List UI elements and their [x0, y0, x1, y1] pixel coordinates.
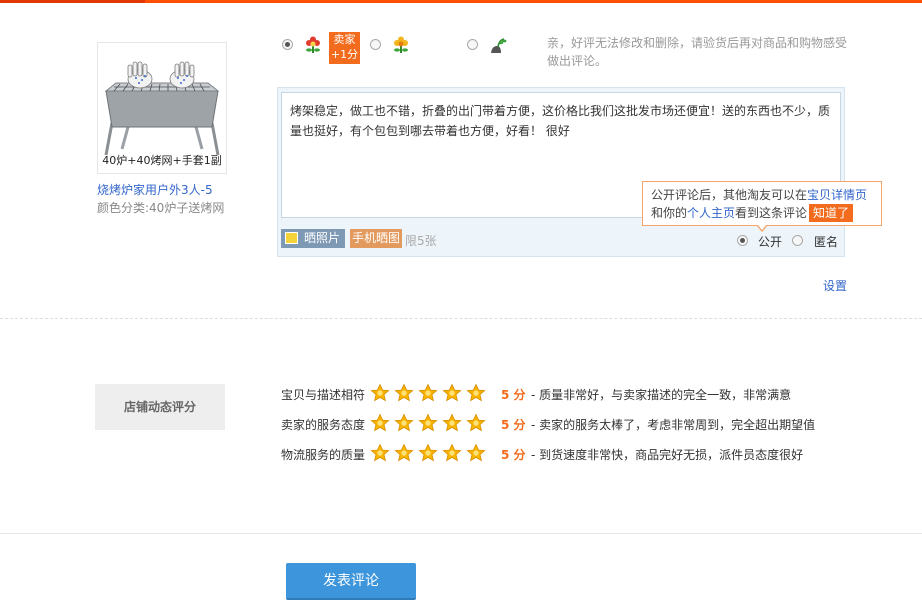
rating-score: 5 分: [501, 388, 526, 402]
rating-bad-radio[interactable]: [467, 39, 478, 50]
public-radio[interactable]: [737, 235, 748, 246]
section-divider-dashed: [0, 318, 922, 319]
seller-badge-line2: +1分: [330, 48, 359, 61]
star-icon[interactable]: [418, 443, 438, 463]
product-name-link[interactable]: 烧烤炉家用户外3人-5: [97, 181, 213, 198]
tooltip-text-3: 看到这条评论: [735, 206, 808, 220]
rating-row-logistics: 物流服务的质量 5 分 - 到货速度非常快，商品完好无损，派件员态度很好: [281, 443, 841, 465]
section-divider: [0, 533, 922, 534]
star-icon[interactable]: [442, 383, 462, 403]
rating-good-radio[interactable]: [282, 39, 293, 50]
red-flower-icon[interactable]: [304, 36, 322, 54]
upload-photo-button[interactable]: 晒照片: [281, 229, 345, 248]
seller-badge-line1: 卖家: [333, 33, 356, 46]
star-icon[interactable]: [466, 413, 486, 433]
product-image-caption: 40炉+40烤网+手套1副: [102, 154, 222, 167]
rating-row-label: 物流服务的质量: [281, 448, 366, 462]
top-accent-bar-active: [0, 0, 145, 3]
upload-photo-label: 晒照片: [304, 231, 341, 245]
rating-desc: - 到货速度非常快，商品完好无损，派件员态度很好: [531, 448, 804, 462]
tooltip-text-2: 和你的: [651, 206, 688, 220]
star-icon[interactable]: [466, 383, 486, 403]
anonymous-radio[interactable]: [792, 235, 803, 246]
rating-desc: - 卖家的服务太棒了，考虑非常周到，完全超出期望值: [531, 418, 816, 432]
star-icon[interactable]: [370, 413, 390, 433]
tooltip-text-1: 公开评论后，其他淘友可以在: [651, 188, 808, 202]
star-icon[interactable]: [370, 443, 390, 463]
rating-neutral-radio[interactable]: [370, 39, 381, 50]
item-detail-link[interactable]: 宝贝详情页: [807, 188, 867, 202]
rating-row-service: 卖家的服务态度 5 分 - 卖家的服务太棒了，考虑非常周到，完全超出期望值: [281, 413, 841, 435]
star-icon[interactable]: [394, 383, 414, 403]
star-icon[interactable]: [418, 413, 438, 433]
submit-review-button[interactable]: 发表评论: [286, 563, 416, 600]
wilted-plant-icon[interactable]: [489, 36, 507, 54]
photo-limit-text: 限5张: [405, 234, 437, 248]
rating-row-label: 宝贝与描述相符: [281, 388, 366, 402]
rating-desc: - 质量非常好，与卖家描述的完全一致，非常满意: [531, 388, 792, 402]
tooltip-ok-button[interactable]: 知道了: [809, 204, 854, 222]
anonymous-label[interactable]: 匿名: [814, 233, 838, 250]
product-spec: 颜色分类:40炉子送烤网: [97, 201, 225, 215]
product-image[interactable]: 40炉+40烤网+手套1副: [97, 42, 227, 174]
profile-page-link[interactable]: 个人主页: [687, 206, 735, 220]
shop-rating-title: 店铺动态评分: [95, 384, 225, 430]
rating-score: 5 分: [501, 448, 526, 462]
seller-bonus-badge: 卖家 +1分: [329, 32, 360, 64]
rating-row-label: 卖家的服务态度: [281, 418, 366, 432]
star-icon[interactable]: [466, 443, 486, 463]
star-icon[interactable]: [442, 443, 462, 463]
mobile-photo-button[interactable]: 手机晒图: [350, 229, 402, 248]
star-icon[interactable]: [418, 383, 438, 403]
rating-row-description: 宝贝与描述相符 5 分 - 质量非常好，与卖家描述的完全一致，非常满意: [281, 383, 841, 405]
photo-icon: [285, 232, 298, 244]
public-label[interactable]: 公开: [758, 233, 782, 250]
yellow-flower-icon[interactable]: [392, 36, 410, 54]
settings-link[interactable]: 设置: [823, 277, 847, 294]
star-icon[interactable]: [442, 413, 462, 433]
public-review-tooltip: 公开评论后，其他淘友可以在宝贝详情页 和你的个人主页看到这条评论 知道了: [642, 181, 882, 226]
tooltip-arrow-inner: [757, 224, 767, 230]
star-icon[interactable]: [394, 413, 414, 433]
rating-score: 5 分: [501, 418, 526, 432]
rating-note: 亲，好评无法修改和删除，请验货后再对商品和购物感受做出评论。: [547, 36, 848, 68]
star-icon[interactable]: [370, 383, 390, 403]
star-icon[interactable]: [394, 443, 414, 463]
